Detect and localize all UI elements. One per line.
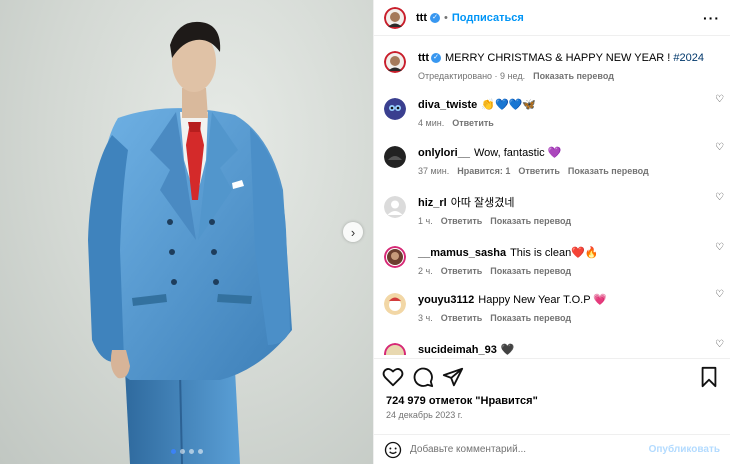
carousel-dot xyxy=(197,449,203,454)
comment-action[interactable]: Показать перевод xyxy=(568,166,649,176)
comment-action[interactable]: Ответить xyxy=(441,266,483,276)
comment-time: 2 ч. xyxy=(418,266,433,276)
post-actions: 724 979 отметок "Нравится" 24 декабрь 20… xyxy=(374,358,730,464)
comment-time: 37 мин. xyxy=(418,166,450,176)
caption-row: ttt ✓ MERRY CHRISTMAS & HAPPY NEW YEAR ! #… xyxy=(374,37,730,87)
comment-time: 4 мин. xyxy=(418,118,445,128)
comment-input[interactable] xyxy=(410,444,649,455)
caption-edited: Отредактировано · 9 нед. xyxy=(418,71,526,81)
more-icon[interactable]: ··· xyxy=(703,10,720,26)
author-username[interactable]: ttt xyxy=(416,12,427,24)
caption-hashtag[interactable]: #2024 xyxy=(673,52,704,64)
comment-text: Wow, fantastic 💜 xyxy=(473,147,562,159)
share-icon[interactable] xyxy=(442,366,464,388)
comment-action[interactable]: Нравится: 1 xyxy=(457,166,510,176)
post-side-panel: ttt ✓ • Подписаться ··· ttt ✓ MERRY CHRIST… xyxy=(373,0,730,464)
heart-icon[interactable] xyxy=(382,366,404,388)
publish-button[interactable]: Опубликовать xyxy=(649,444,720,455)
header-separator: • xyxy=(444,11,448,24)
commenter-username[interactable]: diva_twiste xyxy=(418,99,477,111)
commenter-username[interactable]: sucideimah_93 xyxy=(418,344,497,355)
comment-text: 아따 잘생겼네 xyxy=(450,197,515,209)
commenter-avatar[interactable] xyxy=(384,343,406,355)
comment-row: __mamus_sasha This is clean❤️🔥 2 ч. Ответи… xyxy=(374,235,730,282)
carousel-dot xyxy=(179,449,185,454)
comment-action[interactable]: Ответить xyxy=(441,313,483,323)
post-date: 24 декабрь 2023 г. xyxy=(386,410,463,420)
caption-translate-link[interactable]: Показать перевод xyxy=(533,71,614,81)
comment-text: 👏💙💙🦋 xyxy=(481,99,537,111)
commenter-avatar[interactable] xyxy=(384,98,406,120)
carousel-dots xyxy=(0,449,373,454)
comment-like-heart-icon[interactable]: ♡ xyxy=(715,192,724,203)
commenter-username[interactable]: onlylori__ xyxy=(418,147,470,159)
comment-action[interactable]: Ответить xyxy=(452,118,494,128)
caption-text: MERRY CHRISTMAS & HAPPY NEW YEAR ! xyxy=(445,52,674,64)
comment-text: 🖤 xyxy=(500,344,515,355)
comment-action[interactable]: Ответить xyxy=(441,216,483,226)
post-header: ttt ✓ • Подписаться ··· xyxy=(374,0,730,36)
comment-action[interactable]: Ответить xyxy=(518,166,560,176)
comment-row: youyu3112 Happy New Year T.O.P 💗 3 ч. Отве… xyxy=(374,282,730,332)
comment-action[interactable]: Показать перевод xyxy=(490,216,571,226)
carousel-dot xyxy=(170,449,176,454)
carousel-dot xyxy=(188,449,194,454)
comment-row: sucideimah_93 🖤 ♡ xyxy=(374,332,730,355)
comment-icon[interactable] xyxy=(412,366,434,388)
comment-like-heart-icon[interactable]: ♡ xyxy=(715,339,724,350)
commenter-username[interactable]: hiz_rl xyxy=(418,197,447,209)
commenter-avatar[interactable] xyxy=(384,146,406,168)
man-in-blue-suit-photo xyxy=(88,21,292,464)
verified-icon: ✓ xyxy=(430,12,440,23)
caption-username[interactable]: ttt xyxy=(418,52,429,64)
likes-count[interactable]: 724 979 отметок "Нравится" xyxy=(374,389,730,407)
comment-composer: Опубликовать xyxy=(374,434,730,464)
comment-row: hiz_rl 아따 잘생겼네 1 ч. Ответить Показать перев… xyxy=(374,185,730,235)
commenter-username[interactable]: youyu3112 xyxy=(418,294,474,306)
carousel-next-button[interactable]: › xyxy=(343,222,363,242)
caption-avatar[interactable] xyxy=(384,51,406,73)
comment-like-heart-icon[interactable]: ♡ xyxy=(715,94,724,105)
comment-time: 1 ч. xyxy=(418,216,433,226)
comment-row: onlylori__ Wow, fantastic 💜 37 мин. Нравит… xyxy=(374,135,730,185)
comment-action[interactable]: Показать перевод xyxy=(490,266,571,276)
smile-icon[interactable] xyxy=(384,441,402,459)
comment-like-heart-icon[interactable]: ♡ xyxy=(715,142,724,153)
comments-list[interactable]: ttt ✓ MERRY CHRISTMAS & HAPPY NEW YEAR ! #… xyxy=(374,37,730,355)
commenter-avatar[interactable] xyxy=(384,196,406,218)
comment-text: Happy New Year T.O.P 💗 xyxy=(478,294,608,306)
commenter-username[interactable]: __mamus_sasha xyxy=(418,247,506,259)
subscribe-button[interactable]: Подписаться xyxy=(452,12,524,24)
comment-time: 3 ч. xyxy=(418,313,433,323)
comment-text: This is clean❤️🔥 xyxy=(510,247,599,259)
commenter-avatar[interactable] xyxy=(384,293,406,315)
bookmark-icon[interactable] xyxy=(698,366,720,388)
verified-icon: ✓ xyxy=(431,53,441,64)
post-image[interactable]: › xyxy=(0,0,373,464)
chevron-right-icon: › xyxy=(350,224,356,240)
author-avatar[interactable] xyxy=(384,6,406,29)
comment-like-heart-icon[interactable]: ♡ xyxy=(715,242,724,253)
commenter-avatar[interactable] xyxy=(384,246,406,268)
comment-action[interactable]: Показать перевод xyxy=(490,313,571,323)
comment-like-heart-icon[interactable]: ♡ xyxy=(715,289,724,300)
comment-row: diva_twiste 👏💙💙🦋 4 мин. Ответить ♡ xyxy=(374,87,730,135)
